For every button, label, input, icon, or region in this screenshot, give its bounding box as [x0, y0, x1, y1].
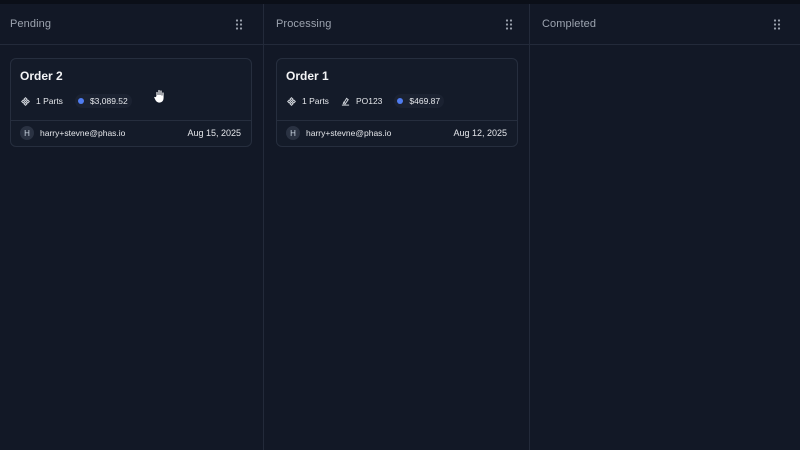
order-date: Aug 15, 2025	[187, 128, 241, 138]
component-icon	[287, 96, 296, 106]
card-divider	[11, 120, 251, 121]
grip-vertical-icon[interactable]	[505, 18, 513, 30]
price-badge: $3,089.52	[74, 94, 132, 108]
price-dot-icon	[77, 98, 84, 104]
card-footer: H harry+stevne@phas.io Aug 12, 2025	[286, 125, 507, 141]
column-processing: Processing Order 1 1 Parts PO123 $469.87	[264, 4, 530, 450]
order-card[interactable]: Order 2 1 Parts $3,089.52 H harry+stevne…	[10, 58, 252, 147]
avatar: H	[286, 126, 300, 140]
parts-label: 1 Parts	[36, 96, 63, 106]
order-meta: 1 Parts $3,089.52	[21, 94, 132, 108]
po-label: PO123	[355, 96, 383, 106]
parts-count: 1 Parts	[21, 96, 63, 106]
order-meta: 1 Parts PO123 $469.87	[287, 94, 445, 108]
grip-vertical-icon[interactable]	[235, 18, 243, 30]
order-date: Aug 12, 2025	[453, 128, 507, 138]
order-card[interactable]: Order 1 1 Parts PO123 $469.87 H harry+st…	[276, 58, 518, 147]
avatar: H	[20, 126, 34, 140]
parts-label: 1 Parts	[302, 96, 329, 106]
kanban-board: Pending Order 2 1 Parts $3,089.52 H harr…	[0, 4, 800, 450]
component-icon	[21, 96, 30, 106]
grip-vertical-icon[interactable]	[773, 18, 781, 30]
order-title: Order 2	[20, 69, 63, 83]
assignee-email: harry+stevne@phas.io	[40, 128, 126, 138]
price-value: $469.87	[409, 96, 441, 106]
price-badge: $469.87	[394, 94, 445, 108]
order-title: Order 1	[286, 69, 329, 83]
price-dot-icon	[397, 98, 404, 104]
column-title: Processing	[276, 18, 332, 30]
column-completed: Completed	[530, 4, 800, 450]
column-header: Completed	[530, 4, 800, 45]
receipt-icon	[341, 97, 350, 106]
column-title: Completed	[542, 18, 597, 30]
column-header: Pending	[0, 4, 263, 45]
card-footer: H harry+stevne@phas.io Aug 15, 2025	[20, 125, 241, 141]
parts-count: 1 Parts	[287, 96, 329, 106]
assignee-email: harry+stevne@phas.io	[306, 128, 392, 138]
price-value: $3,089.52	[89, 96, 128, 106]
column-pending: Pending Order 2 1 Parts $3,089.52 H harr…	[0, 4, 264, 450]
column-title: Pending	[10, 18, 52, 30]
po-number: PO123	[341, 96, 382, 106]
column-header: Processing	[264, 4, 529, 45]
card-divider	[277, 120, 517, 121]
